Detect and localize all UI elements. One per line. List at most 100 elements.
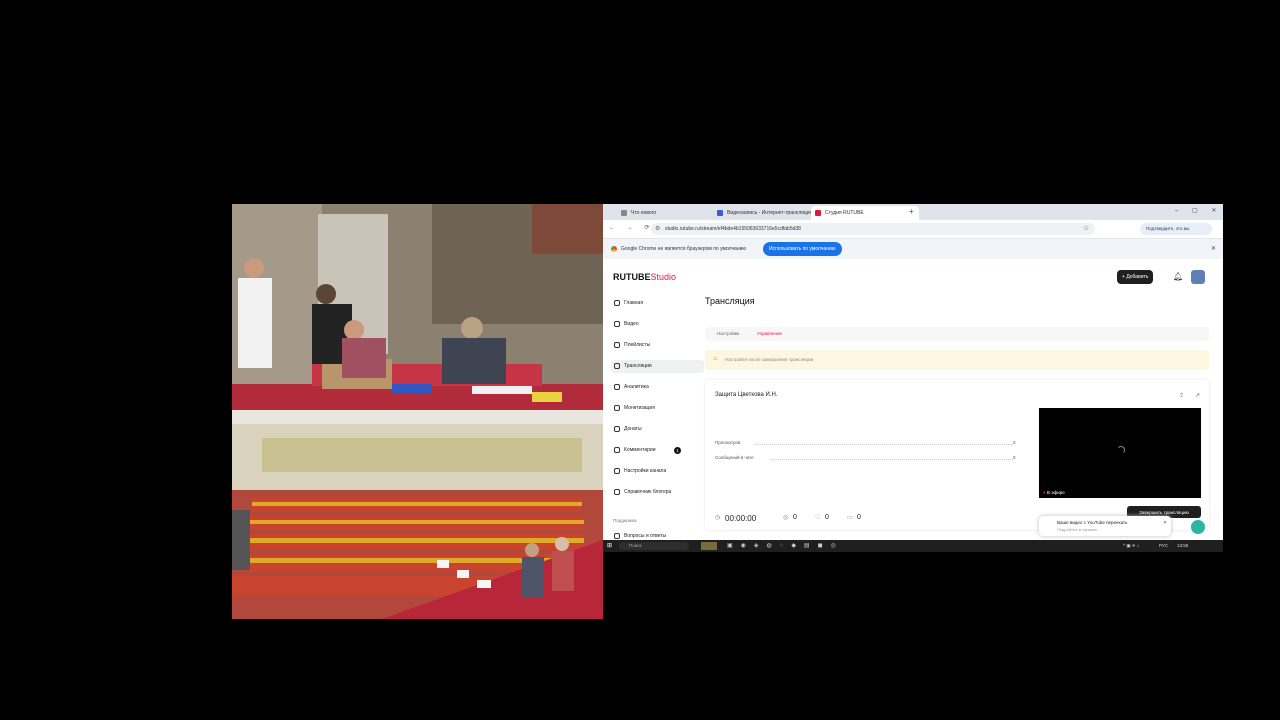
tab-label: Студия RUTUBE bbox=[825, 210, 864, 216]
sidebar-item-monetization[interactable]: Монетизация bbox=[611, 402, 704, 415]
live-badge: ● В эфире bbox=[1043, 490, 1065, 495]
sidebar-item-video[interactable]: Видео bbox=[611, 318, 704, 331]
sidebar-item-channel-settings[interactable]: Настройки канала bbox=[611, 465, 704, 478]
url-text: studio.rutube.ru/stream/ef4bde4b15506363… bbox=[665, 226, 801, 232]
broadcast-icon bbox=[614, 363, 620, 369]
like-icon: ♡ bbox=[815, 515, 821, 521]
chat-messages-value: 0 bbox=[1013, 455, 1016, 460]
new-tab-button[interactable]: + bbox=[909, 207, 914, 216]
likes-count: 0 bbox=[825, 514, 829, 521]
taskbar-apps[interactable]: ▣◉◈◍◌◆▤◼◎ bbox=[727, 542, 844, 549]
weather-widget-icon[interactable] bbox=[701, 542, 717, 550]
browser-window: Что нового Видеозапись - Интернет-трансл… bbox=[603, 204, 1223, 552]
stream-tabs: Настройки Управление bbox=[705, 327, 1209, 341]
windows-taskbar: ⊞ Поиск ▣◉◈◍◌◆▤◼◎ ^ ▣ ✈ ♪ РУС 13:55 bbox=[603, 540, 1223, 552]
views-leader bbox=[755, 444, 1013, 445]
toast-subtitle: Подробнее в сервисе bbox=[1057, 527, 1098, 532]
views-label: Просмотров bbox=[715, 440, 741, 445]
list-icon bbox=[614, 342, 620, 348]
window-controls[interactable]: – ▢ ✕ bbox=[1175, 207, 1222, 214]
camera-top-scene bbox=[232, 204, 603, 410]
sidebar-item-home[interactable]: Главная bbox=[611, 297, 704, 310]
windows-start-icon[interactable]: ⊞ bbox=[607, 542, 612, 549]
default-browser-infobar: Google Chrome не является браузером по у… bbox=[603, 239, 1223, 259]
support-chat-icon[interactable] bbox=[1191, 520, 1205, 534]
tab-settings[interactable]: Настройки bbox=[717, 331, 739, 336]
share-icon[interactable]: ⇪ bbox=[1179, 392, 1184, 399]
chrome-logo-icon bbox=[611, 246, 617, 252]
browser-tab-whats-new[interactable]: Что нового bbox=[617, 206, 725, 220]
stream-title: Защита Цветкова И.Н. bbox=[715, 392, 778, 398]
stream-preview[interactable]: ● В эфире bbox=[1039, 408, 1201, 498]
sidebar-item-label: Аналитика bbox=[624, 384, 649, 390]
studio-main: Трансляция Настройки Управление ⚠ Настро… bbox=[703, 264, 1213, 544]
comments-badge: 1 bbox=[674, 447, 681, 454]
bookmark-star-icon[interactable]: ☆ bbox=[1083, 224, 1089, 232]
profile-chip-label: Подтвердите, это вы bbox=[1146, 226, 1190, 231]
home-icon bbox=[614, 300, 620, 306]
address-bar: ← → ⟳ ⚙ studio.rutube.ru/stream/ef4bde4b… bbox=[603, 220, 1223, 239]
camera-bottom-scene bbox=[232, 410, 603, 619]
sidebar-item-streams[interactable]: Трансляции bbox=[611, 360, 704, 373]
support-heading: Поддержка bbox=[613, 518, 637, 523]
notice-text: Настройте после завершения трансляции bbox=[725, 357, 814, 362]
clock[interactable]: 13:55 bbox=[1177, 543, 1188, 548]
sidebar-item-label: Комментарии bbox=[624, 447, 656, 453]
external-link-icon[interactable]: ↗ bbox=[1195, 392, 1200, 399]
play-icon bbox=[614, 321, 620, 327]
sidebar-item-label: Трансляции bbox=[624, 363, 652, 369]
url-input[interactable]: ⚙ studio.rutube.ru/stream/ef4bde4b155063… bbox=[651, 223, 1095, 235]
gear-icon bbox=[614, 468, 620, 474]
sidebar-item-label: Справочник блогера bbox=[624, 489, 672, 495]
camera-view-bottom bbox=[232, 410, 603, 619]
notice-banner: ⚠ Настройте после завершения трансляции bbox=[705, 350, 1209, 370]
camera-view-top bbox=[232, 204, 603, 410]
infobar-text: Google Chrome не является браузером по у… bbox=[621, 246, 747, 252]
viewers-count: 0 bbox=[793, 514, 797, 521]
gift-icon bbox=[614, 426, 620, 432]
sidebar-item-analytics[interactable]: Аналитика bbox=[611, 381, 704, 394]
sidebar-item-playlists[interactable]: Плейлисты bbox=[611, 339, 704, 352]
browser-tab-studio[interactable]: Студия RUTUBE bbox=[811, 206, 919, 220]
toast-close-icon[interactable]: ✕ bbox=[1163, 520, 1167, 526]
tab-bar: Что нового Видеозапись - Интернет-трансл… bbox=[603, 204, 1223, 220]
language-indicator[interactable]: РУС bbox=[1159, 543, 1168, 548]
page-title: Трансляция bbox=[705, 296, 755, 306]
chat-leader bbox=[771, 459, 1013, 460]
sidebar-item-blogger-guide[interactable]: Справочник блогера bbox=[611, 486, 704, 499]
sidebar-item-label: Видео bbox=[624, 321, 639, 327]
set-default-button[interactable]: Использовать по умолчанию bbox=[763, 242, 842, 256]
nav-buttons[interactable]: ← → ⟳ bbox=[609, 224, 654, 231]
sidebar-item-label: Главная bbox=[624, 300, 644, 306]
sidebar-item-label: Монетизация bbox=[624, 405, 655, 411]
tab-control[interactable]: Управление bbox=[757, 331, 782, 336]
sidebar-item-label: Донаты bbox=[624, 426, 642, 432]
chat-messages-label: Сообщений в чате bbox=[715, 455, 754, 460]
stream-card: Защита Цветкова И.Н. ⇪ ↗ Просмотров 0 Со… bbox=[705, 380, 1209, 530]
chart-icon bbox=[614, 384, 620, 390]
taskbar-search[interactable]: Поиск bbox=[619, 542, 689, 550]
sidebar-item-comments[interactable]: Комментарии 1 bbox=[611, 444, 704, 457]
profile-chip[interactable]: Подтвердите, это вы bbox=[1140, 223, 1212, 235]
viewers-icon: ◎ bbox=[783, 515, 789, 521]
tab-label: Что нового bbox=[631, 210, 657, 216]
tab-favicon-icon bbox=[621, 210, 627, 216]
stream-timer: 00:00:00 bbox=[725, 514, 757, 523]
live-badge-label: В эфире bbox=[1046, 490, 1065, 495]
tray-icons[interactable]: ^ ▣ ✈ ♪ bbox=[1123, 543, 1139, 549]
sidebar-item-label: Вопросы и ответы bbox=[624, 533, 667, 539]
tab-label: Видеозапись - Интернет-трансляция bbox=[727, 210, 813, 216]
taskbar-search-text: Поиск bbox=[629, 543, 642, 548]
browser-tab-video[interactable]: Видеозапись - Интернет-трансляция bbox=[713, 206, 821, 220]
sidebar-item-label: Настройки канала bbox=[624, 468, 667, 474]
site-info-icon[interactable]: ⚙ bbox=[655, 223, 660, 235]
question-icon bbox=[614, 533, 620, 539]
sidebar-item-label: Плейлисты bbox=[624, 342, 651, 348]
studio-sidebar: Главная Видео Плейлисты Трансляции Анали… bbox=[603, 264, 704, 544]
close-infobar-icon[interactable]: ✕ bbox=[1211, 245, 1216, 252]
views-value: 0 bbox=[1013, 440, 1016, 445]
loading-spinner-icon bbox=[1117, 446, 1125, 454]
sidebar-item-donations[interactable]: Донаты bbox=[611, 423, 704, 436]
chat-icon: ▭ bbox=[847, 515, 853, 521]
toast-notification: Ваше видео с YouTube переехать Подробнее… bbox=[1039, 516, 1171, 536]
